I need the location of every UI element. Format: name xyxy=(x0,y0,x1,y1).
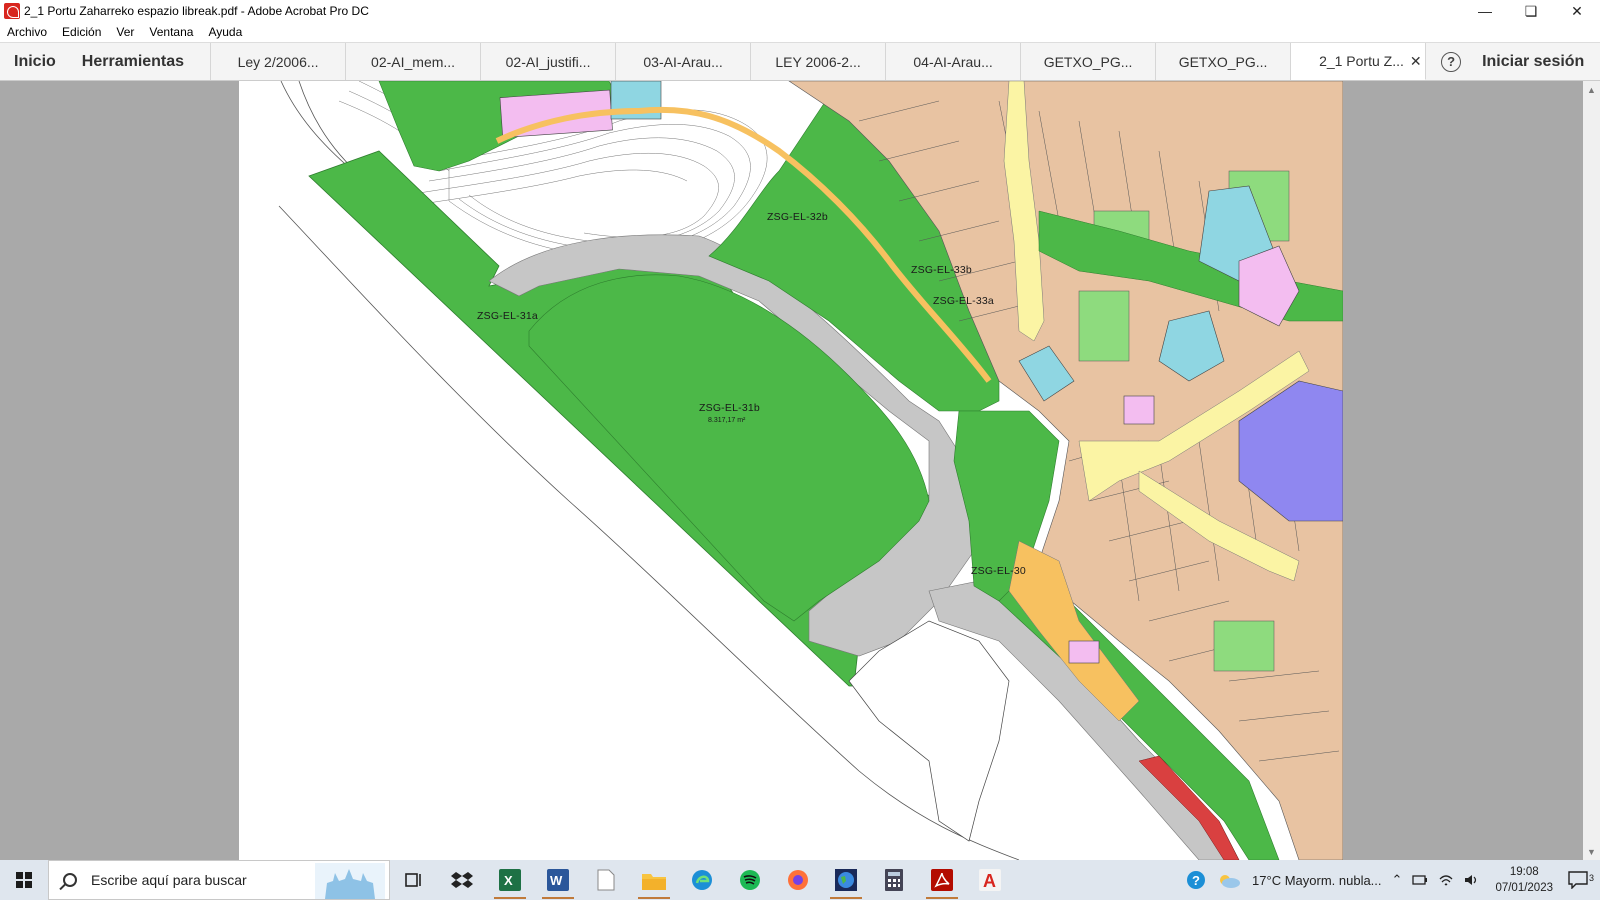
notifications-icon[interactable]: 3 xyxy=(1563,871,1600,889)
doc-tab[interactable]: 02-AI_mem... xyxy=(346,43,482,80)
tab-tools[interactable]: Herramientas xyxy=(70,43,212,80)
acrobat-reader-icon[interactable]: A xyxy=(966,860,1014,900)
light-green-parcel xyxy=(1213,620,1275,672)
title-bar: 2_1 Portu Zaharreko espazio libreak.pdf … xyxy=(0,0,1600,22)
calculator-icon[interactable] xyxy=(870,860,918,900)
chevron-up-icon[interactable]: ⌃ xyxy=(1387,872,1408,888)
taskbar: Escribe aquí para buscar X W A ? 17°C Ma… xyxy=(0,860,1600,900)
doc-tab[interactable]: GETXO_PG... xyxy=(1021,43,1157,80)
clock[interactable]: 19:08 07/01/2023 xyxy=(1485,864,1563,896)
document-area: ZSG-EL-32b ZSG-EL-33b ZSG-EL-33a ZSG-EL-… xyxy=(0,81,1600,860)
taskbar-search[interactable]: Escribe aquí para buscar xyxy=(48,860,390,900)
scroll-down-icon[interactable]: ▼ xyxy=(1583,843,1600,860)
zone-area-31b: 8.317,17 m² xyxy=(708,417,746,424)
spotify-icon[interactable] xyxy=(726,860,774,900)
svg-text:X: X xyxy=(504,873,513,888)
zone-label-33a: ZSG-EL-33a xyxy=(933,295,994,307)
edge-icon[interactable] xyxy=(678,860,726,900)
doc-tab[interactable]: 04-AI-Arau... xyxy=(886,43,1022,80)
menu-ayuda[interactable]: Ayuda xyxy=(201,25,250,39)
zone-label-31a: ZSG-EL-31a xyxy=(477,310,538,322)
zone-label-30: ZSG-EL-30 xyxy=(971,565,1026,577)
doc-tab[interactable]: Ley 2/2006... xyxy=(211,43,347,80)
close-window-button[interactable]: ✕ xyxy=(1554,0,1600,22)
pdf-page[interactable]: ZSG-EL-32b ZSG-EL-33b ZSG-EL-33a ZSG-EL-… xyxy=(239,81,1343,860)
help-icon: ? xyxy=(1441,51,1462,72)
vertical-scrollbar[interactable]: ▲ ▼ xyxy=(1583,81,1600,860)
task-view-icon[interactable] xyxy=(390,860,438,900)
help-tray-icon[interactable]: ? xyxy=(1181,870,1211,890)
volume-icon[interactable] xyxy=(1459,873,1485,887)
system-tray: ? 17°C Mayorm. nubla... ⌃ 19:08 07/01/20… xyxy=(1181,860,1600,900)
menu-ventana[interactable]: Ventana xyxy=(142,25,201,39)
close-tab-icon[interactable]: ✕ xyxy=(1410,53,1422,70)
menu-edicion[interactable]: Edición xyxy=(55,25,109,39)
weather-text[interactable]: 17°C Mayorm. nubla... xyxy=(1247,873,1386,888)
notifications-count: 3 xyxy=(1588,873,1594,883)
acrobat-pdf-icon xyxy=(4,3,20,19)
tab-home[interactable]: Inicio xyxy=(0,43,70,80)
svg-text:?: ? xyxy=(1192,873,1200,888)
active-tab-label: 2_1 Portu Z... xyxy=(1319,53,1404,69)
zone-label-32b: ZSG-EL-32b xyxy=(767,211,828,223)
menu-archivo[interactable]: Archivo xyxy=(0,25,55,39)
doc-tab-active[interactable]: 2_1 Portu Z... ✕ xyxy=(1291,43,1427,80)
start-button[interactable] xyxy=(0,860,48,900)
svg-text:A: A xyxy=(983,871,996,891)
svg-text:W: W xyxy=(550,873,563,888)
restore-button[interactable]: ❏ xyxy=(1508,0,1554,22)
doc-tab[interactable]: 03-AI-Arau... xyxy=(616,43,752,80)
clock-date: 07/01/2023 xyxy=(1495,882,1553,894)
signin-button[interactable]: Iniciar sesión xyxy=(1476,43,1584,80)
zone-label-31b: ZSG-EL-31b xyxy=(699,402,760,414)
clock-time: 19:08 xyxy=(1509,866,1539,878)
urban-plan-map xyxy=(239,81,1343,860)
menu-bar: Archivo Edición Ver Ventana Ayuda xyxy=(0,22,1600,42)
excel-icon[interactable]: X xyxy=(486,860,534,900)
help-button[interactable]: ? xyxy=(1426,43,1476,80)
menu-ver[interactable]: Ver xyxy=(109,25,142,39)
pink-building xyxy=(1068,640,1100,664)
doc-tab[interactable]: GETXO_PG... xyxy=(1156,43,1292,80)
battery-icon[interactable] xyxy=(1407,874,1433,886)
notepad-icon[interactable] xyxy=(582,860,630,900)
window-title: 2_1 Portu Zaharreko espazio libreak.pdf … xyxy=(24,4,369,18)
search-placeholder: Escribe aquí para buscar xyxy=(91,872,247,888)
acrobat-pro-icon[interactable] xyxy=(918,860,966,900)
tab-bar: Inicio Herramientas Ley 2/2006... 02-AI_… xyxy=(0,42,1600,81)
search-icon xyxy=(63,873,77,887)
weather-icon[interactable] xyxy=(1211,871,1247,889)
light-green-parcel xyxy=(1078,290,1130,362)
doc-tab[interactable]: 02-AI_justifi... xyxy=(481,43,617,80)
windows-logo-icon xyxy=(16,872,32,888)
zone-label-33b: ZSG-EL-33b xyxy=(911,264,972,276)
pink-building xyxy=(1123,395,1155,425)
wifi-icon[interactable] xyxy=(1433,873,1459,887)
firefox-icon[interactable] xyxy=(774,860,822,900)
scroll-up-icon[interactable]: ▲ xyxy=(1583,81,1600,98)
search-highlight-image-icon xyxy=(315,863,385,899)
minimize-button[interactable]: — xyxy=(1462,0,1508,22)
dropbox-icon[interactable] xyxy=(438,860,486,900)
file-explorer-icon[interactable] xyxy=(630,860,678,900)
doc-tab[interactable]: LEY 2006-2... xyxy=(751,43,887,80)
globe-app-icon[interactable] xyxy=(822,860,870,900)
word-icon[interactable]: W xyxy=(534,860,582,900)
